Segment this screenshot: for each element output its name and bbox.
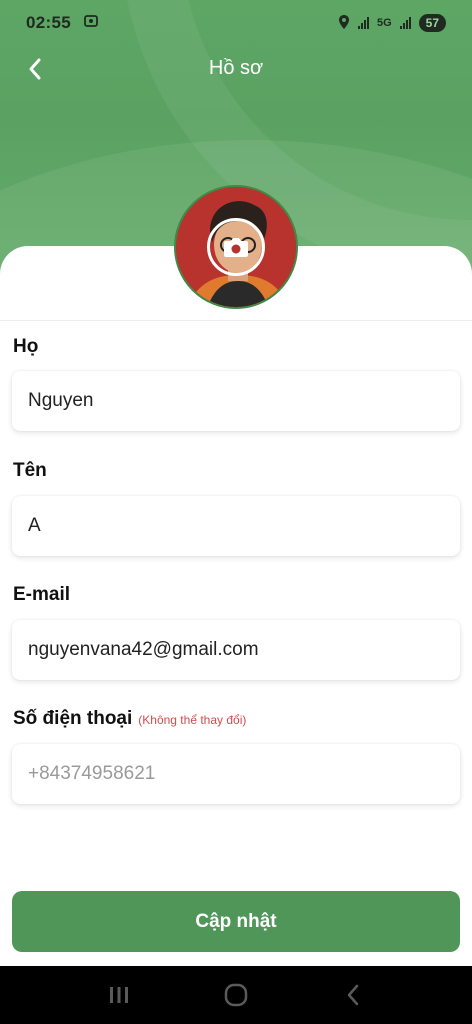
divider <box>0 320 472 321</box>
phone-label-text: Số điện thoại <box>13 708 133 729</box>
title-bar: Hồ sơ <box>0 46 472 90</box>
last-name-input[interactable]: Nguyen <box>12 371 460 431</box>
phone-readonly-note: (Không thể thay đổi) <box>138 713 247 727</box>
nav-back-icon <box>348 984 359 1006</box>
location-icon <box>338 14 350 32</box>
email-input[interactable]: nguyenvana42@gmail.com <box>12 620 460 680</box>
last-name-label: Họ <box>13 336 39 357</box>
page-title: Hồ sơ <box>208 56 264 79</box>
nav-back-button[interactable] <box>333 975 373 1015</box>
status-time: 02:55 <box>26 13 71 32</box>
recent-apps-icon <box>109 987 128 1003</box>
home-icon <box>224 983 248 1007</box>
signal-icon <box>357 17 369 29</box>
status-bar: 02:55 5G 57 <box>0 0 472 46</box>
signal-icon <box>399 17 411 29</box>
battery-indicator: 57 <box>418 14 446 32</box>
update-button[interactable]: Cập nhật <box>12 891 460 952</box>
change-photo-button[interactable] <box>207 218 265 276</box>
form-sheet <box>0 246 472 966</box>
phone-label: Số điện thoại (Không thể thay đổi) <box>13 708 246 730</box>
nav-home-button[interactable] <box>216 975 256 1015</box>
first-name-label: Tên <box>13 460 47 481</box>
screen-record-icon <box>83 13 99 34</box>
back-button[interactable] <box>20 54 50 84</box>
system-nav-bar <box>0 966 472 1024</box>
network-type: 5G <box>376 17 392 29</box>
email-label: E-mail <box>13 584 71 605</box>
phone-input: +84374958621 <box>12 744 460 804</box>
chevron-left-icon <box>29 58 41 80</box>
nav-recent-button[interactable] <box>99 975 139 1015</box>
first-name-input[interactable]: A <box>12 496 460 556</box>
camera-icon <box>224 238 248 257</box>
